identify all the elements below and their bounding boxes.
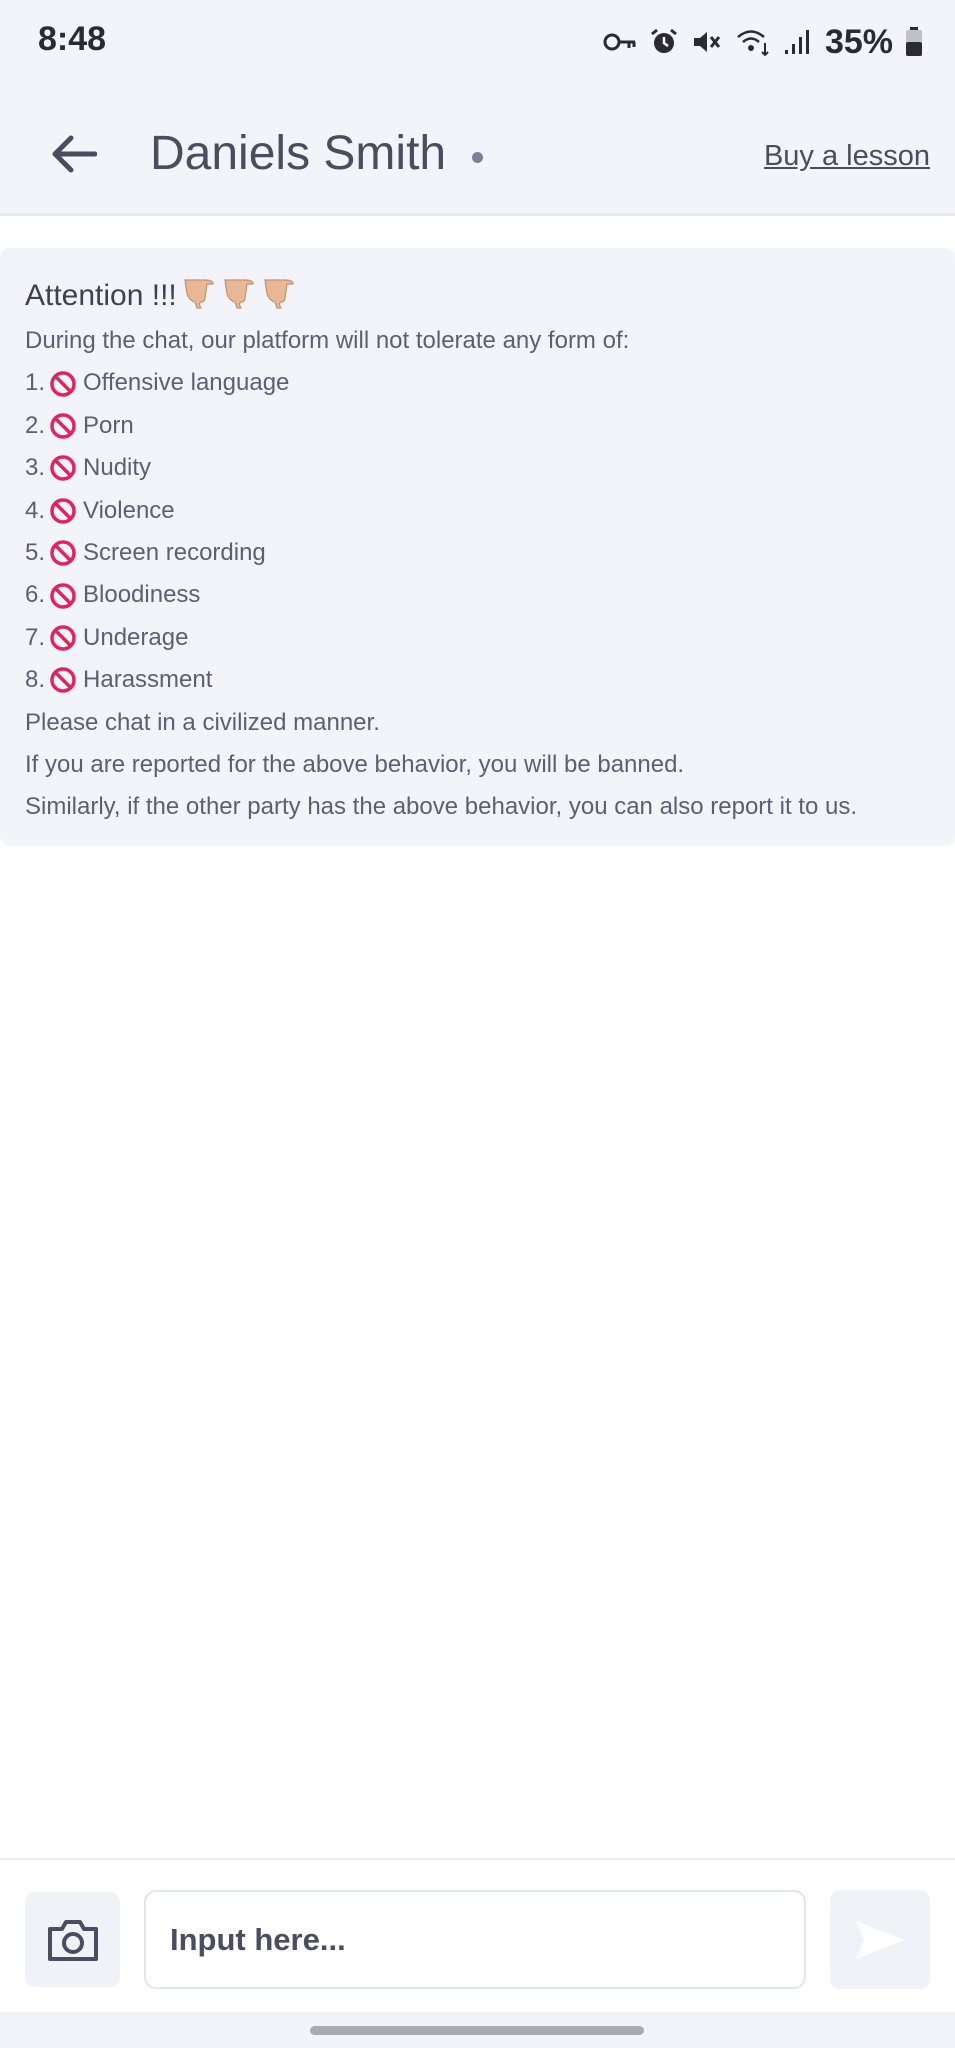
prohibited-icon xyxy=(49,412,77,440)
chat-screen: 8:48 35% Daniels Smith Buy a lesson Atte… xyxy=(0,0,955,2048)
status-bar: 8:48 35% xyxy=(0,0,955,88)
camera-button[interactable] xyxy=(25,1892,120,1987)
message-input[interactable] xyxy=(144,1890,806,1989)
rule-text: Nudity xyxy=(83,454,152,482)
rule-text: Harassment xyxy=(83,666,213,694)
prohibited-icon xyxy=(49,454,77,482)
buy-lesson-link[interactable]: Buy a lesson xyxy=(764,140,930,173)
rule-item: 7. Underage xyxy=(25,617,930,659)
rule-number: 5. xyxy=(25,538,46,566)
battery-icon xyxy=(905,27,923,57)
chat-rules-notice: Attention !!! During the chat, our platf… xyxy=(0,248,955,846)
signal-icon xyxy=(783,28,811,56)
prohibited-icon xyxy=(49,497,77,525)
chat-header: Daniels Smith Buy a lesson xyxy=(0,88,955,216)
rule-item: 3. Nudity xyxy=(25,447,930,489)
notice-intro: During the chat, our platform will not t… xyxy=(25,327,630,354)
rule-number: 8. xyxy=(25,666,46,694)
rule-item: 2. Porn xyxy=(25,405,930,447)
pointing-hand-icon xyxy=(263,274,297,318)
rule-number: 6. xyxy=(25,581,46,609)
prohibited-icon xyxy=(49,370,77,398)
contact-name: Daniels Smith xyxy=(150,127,447,180)
battery-percent: 35% xyxy=(824,22,893,61)
wifi-icon xyxy=(735,27,771,57)
prohibited-icon xyxy=(49,582,77,610)
camera-icon xyxy=(47,1919,98,1961)
rule-number: 4. xyxy=(25,496,46,524)
rule-text: Porn xyxy=(83,411,134,439)
message-composer xyxy=(0,1858,955,2012)
rule-text: Screen recording xyxy=(83,538,266,566)
rule-text: Offensive language xyxy=(83,369,290,397)
notice-closing-line: Similarly, if the other party has the ab… xyxy=(25,793,857,821)
mute-icon xyxy=(691,28,723,56)
send-button[interactable] xyxy=(830,1890,930,1989)
status-dot xyxy=(472,152,483,163)
notice-title: Attention !!! xyxy=(25,276,930,316)
notice-closing-line: If you are reported for the above behavi… xyxy=(25,750,685,778)
pointing-hand-icon xyxy=(223,274,257,318)
prohibited-icon xyxy=(49,539,77,567)
key-icon xyxy=(603,31,637,53)
system-nav-bar xyxy=(0,2012,955,2048)
rule-number: 7. xyxy=(25,623,46,651)
rule-text: Underage xyxy=(83,623,189,651)
alarm-icon xyxy=(649,27,679,57)
rule-item: 5. Screen recording xyxy=(25,532,930,574)
rule-item: 1. Offensive language xyxy=(25,362,930,404)
rule-number: 1. xyxy=(25,369,46,397)
pointing-hand-icon xyxy=(183,274,217,318)
rule-number: 2. xyxy=(25,411,46,439)
home-indicator[interactable] xyxy=(310,2026,644,2035)
prohibited-icon xyxy=(49,666,77,694)
rule-item: 6. Bloodiness xyxy=(25,574,930,616)
rule-text: Violence xyxy=(83,496,175,524)
status-icons: 35% xyxy=(603,22,923,62)
status-time: 8:48 xyxy=(38,20,107,58)
notice-closing-line: Please chat in a civilized manner. xyxy=(25,708,380,736)
send-icon xyxy=(856,1920,904,1959)
rule-item: 8. Harassment xyxy=(25,659,930,701)
notice-title-text: Attention !!! xyxy=(25,279,177,312)
rule-number: 3. xyxy=(25,454,46,482)
back-button[interactable] xyxy=(44,124,104,184)
prohibited-icon xyxy=(49,624,77,652)
rule-item: 4. Violence xyxy=(25,490,930,532)
rule-text: Bloodiness xyxy=(83,581,201,609)
back-arrow-icon xyxy=(52,135,97,173)
